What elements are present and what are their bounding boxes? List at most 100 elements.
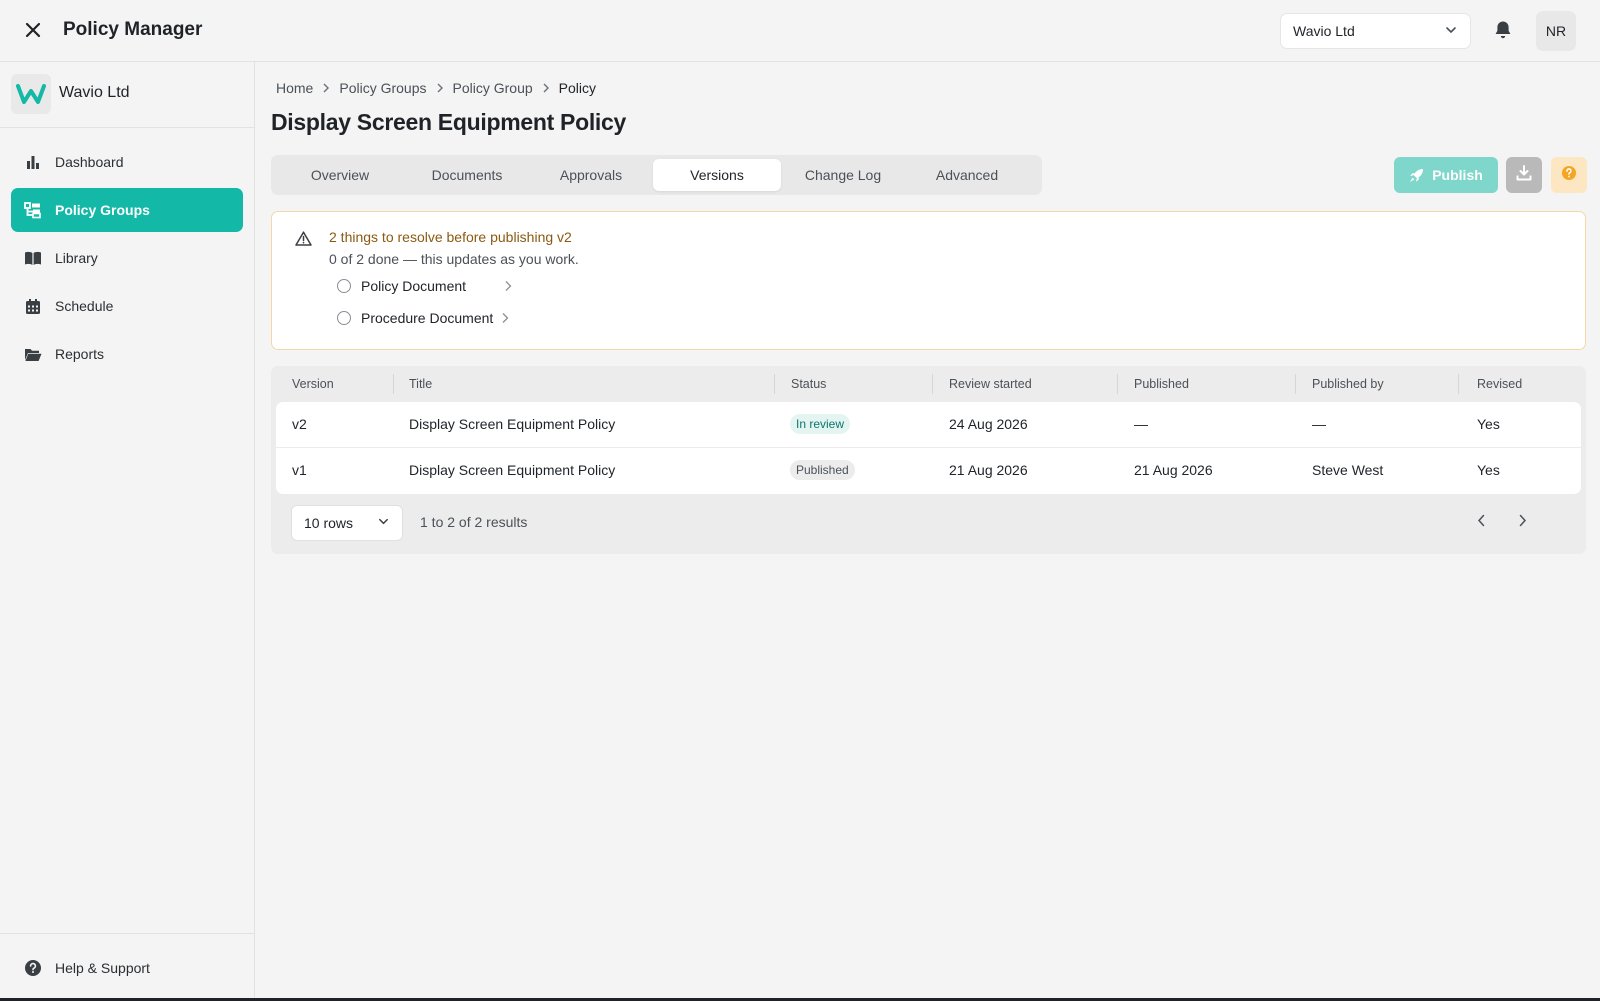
previous-page-button[interactable] [1469, 511, 1493, 535]
bell-icon[interactable] [1491, 18, 1515, 42]
column-divider [393, 374, 394, 394]
app-title: Policy Manager [63, 19, 203, 40]
warning-circle-icon [1561, 165, 1577, 186]
sidebar-item-policy-groups[interactable]: Policy Groups [11, 188, 243, 232]
chevron-right-icon [436, 83, 444, 93]
chevron-right-icon [542, 83, 550, 93]
column-header-revised[interactable]: Revised [1477, 377, 1522, 391]
cell-version: v2 [292, 416, 307, 432]
versions-table: Version Title Status Review started Publ… [271, 366, 1586, 554]
status-badge: Published [790, 460, 855, 480]
help-circle-icon [23, 958, 43, 978]
column-header-version[interactable]: Version [292, 377, 334, 391]
radio-icon [337, 311, 351, 325]
table-row[interactable]: v1 Display Screen Equipment Policy Publi… [276, 448, 1581, 494]
close-icon[interactable] [20, 17, 46, 43]
chevron-right-icon [1518, 514, 1527, 532]
sidebar-org[interactable]: Wavio Ltd [0, 62, 254, 128]
chevron-left-icon [1477, 514, 1486, 532]
tab-overview[interactable]: Overview [275, 159, 405, 191]
cell-title: Display Screen Equipment Policy [409, 462, 616, 478]
chevron-right-icon [504, 280, 512, 292]
next-page-button[interactable] [1510, 511, 1534, 535]
page-title: Display Screen Equipment Policy [271, 109, 626, 135]
cell-published-by: — [1312, 416, 1326, 432]
table-row[interactable]: v2 Display Screen Equipment Policy In re… [276, 402, 1581, 448]
help-support-label: Help & Support [55, 959, 150, 976]
column-divider [1117, 374, 1118, 394]
tab-documents[interactable]: Documents [405, 159, 529, 191]
sidebar-item-schedule[interactable]: Schedule [11, 284, 243, 328]
book-icon [23, 248, 43, 268]
table-body: v2 Display Screen Equipment Policy In re… [276, 402, 1581, 494]
rocket-icon [1409, 168, 1424, 183]
column-header-review-started[interactable]: Review started [949, 377, 1032, 391]
column-divider [932, 374, 933, 394]
radio-icon [337, 279, 351, 293]
breadcrumb-home[interactable]: Home [276, 80, 313, 96]
chevron-right-icon [322, 83, 330, 93]
warning-button[interactable] [1551, 157, 1587, 193]
results-count: 1 to 2 of 2 results [420, 514, 528, 530]
top-bar: Policy Manager Wavio Ltd NR [0, 0, 1600, 62]
tab-versions[interactable]: Versions [653, 159, 781, 191]
column-divider [1458, 374, 1459, 394]
column-divider [774, 374, 775, 394]
cell-review-started: 24 Aug 2026 [949, 416, 1028, 432]
publish-checklist-alert: 2 things to resolve before publishing v2… [271, 211, 1586, 350]
cell-version: v1 [292, 462, 307, 478]
chevron-down-icon [1444, 23, 1458, 40]
tab-bar: Overview Documents Approvals Versions Ch… [271, 155, 1042, 195]
publish-button[interactable]: Publish [1394, 157, 1498, 193]
sidebar-item-label: Policy Groups [55, 202, 150, 218]
checklist-item-label: Policy Document [361, 278, 467, 294]
download-button[interactable] [1506, 157, 1542, 193]
tab-approvals[interactable]: Approvals [529, 159, 653, 191]
column-header-status[interactable]: Status [791, 377, 826, 391]
download-icon [1516, 164, 1532, 186]
sidebar-item-library[interactable]: Library [11, 236, 243, 280]
breadcrumb: Home Policy Groups Policy Group Policy [276, 80, 596, 96]
chevron-right-icon [501, 312, 509, 324]
sidebar-nav: Dashboard Policy Groups Library Schedule… [11, 140, 243, 380]
help-support-link[interactable]: Help & Support [0, 933, 254, 1001]
folder-icon [23, 344, 43, 364]
alert-subtitle: 0 of 2 done — this updates as you work. [329, 251, 579, 267]
cell-review-started: 21 Aug 2026 [949, 462, 1028, 478]
cell-published: 21 Aug 2026 [1134, 462, 1213, 478]
tab-advanced[interactable]: Advanced [905, 159, 1029, 191]
org-logo-icon [11, 74, 51, 114]
calendar-icon [23, 296, 43, 316]
column-divider [1295, 374, 1296, 394]
column-header-published-by[interactable]: Published by [1312, 377, 1384, 391]
sidebar-item-reports[interactable]: Reports [11, 332, 243, 376]
tab-change-log[interactable]: Change Log [781, 159, 905, 191]
cell-revised: Yes [1477, 462, 1500, 478]
sidebar-item-label: Schedule [55, 298, 114, 314]
sidebar-org-name: Wavio Ltd [59, 84, 130, 101]
org-select[interactable]: Wavio Ltd [1280, 13, 1471, 49]
status-badge: In review [790, 414, 851, 434]
table-header: Version Title Status Review started Publ… [271, 366, 1586, 402]
sidebar-item-label: Dashboard [55, 154, 124, 170]
rows-per-page-select[interactable]: 10 rows [291, 505, 403, 541]
hierarchy-icon [23, 200, 43, 220]
checklist-item-procedure-document[interactable]: Procedure Document [337, 308, 509, 328]
cell-published-by: Steve West [1312, 462, 1384, 478]
checklist-item-policy-document[interactable]: Policy Document [337, 276, 512, 296]
breadcrumb-policy-group[interactable]: Policy Group [453, 80, 533, 96]
column-header-published[interactable]: Published [1134, 377, 1189, 391]
alert-title: 2 things to resolve before publishing v2 [329, 229, 572, 245]
breadcrumb-policy-groups[interactable]: Policy Groups [339, 80, 426, 96]
sidebar-item-label: Library [55, 250, 98, 266]
avatar[interactable]: NR [1536, 11, 1576, 51]
rows-per-page-value: 10 rows [304, 515, 354, 531]
column-header-title[interactable]: Title [409, 377, 432, 391]
cell-revised: Yes [1477, 416, 1500, 432]
chevron-down-icon [377, 515, 390, 531]
breadcrumb-current: Policy [558, 80, 597, 96]
checklist-item-label: Procedure Document [361, 310, 494, 326]
bar-chart-icon [23, 152, 43, 172]
sidebar-item-dashboard[interactable]: Dashboard [11, 140, 243, 184]
warning-triangle-icon [293, 228, 313, 248]
